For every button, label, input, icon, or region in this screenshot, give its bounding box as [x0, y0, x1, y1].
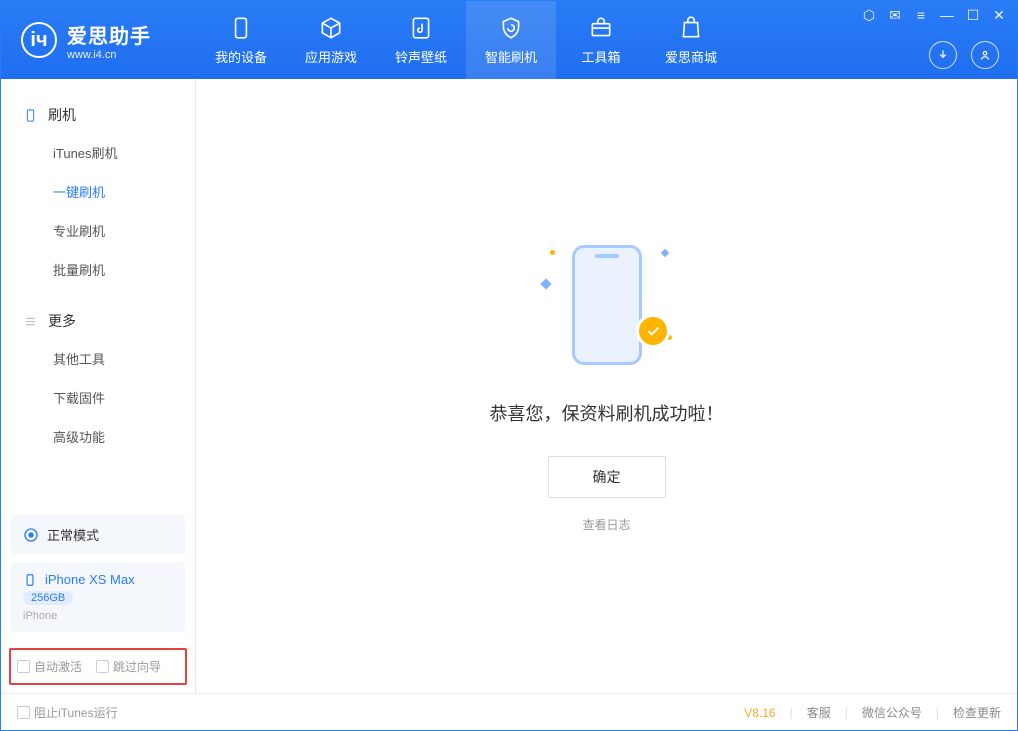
tab-toolbox[interactable]: 工具箱 [556, 1, 646, 79]
checkbox-icon [17, 660, 30, 673]
ok-button[interactable]: 确定 [548, 456, 666, 498]
tab-label: 工具箱 [581, 47, 620, 66]
sidebar-item-other-tools[interactable]: 其他工具 [1, 339, 195, 378]
minimize-button[interactable]: — [939, 7, 955, 23]
check-update-link[interactable]: 检查更新 [953, 704, 1001, 721]
phone-outline-icon [23, 108, 38, 123]
status-bar: 阻止iTunes运行 V8.16 | 客服 | 微信公众号 | 检查更新 [1, 693, 1017, 731]
separator: | [845, 706, 848, 720]
device-info-card[interactable]: iPhone XS Max 256GB iPhone [11, 562, 185, 632]
device-mode-card[interactable]: 正常模式 [11, 515, 185, 554]
tab-label: 爱思商城 [665, 47, 717, 66]
tab-apps-games[interactable]: 应用游戏 [286, 1, 376, 79]
sidebar-item-pro-flash[interactable]: 专业刷机 [1, 211, 195, 250]
view-logs-link[interactable]: 查看日志 [582, 516, 630, 533]
logo-text: 爱思助手 www.i4.cn [67, 20, 151, 61]
tab-label: 铃声壁纸 [395, 47, 447, 66]
sidebar-item-advanced[interactable]: 高级功能 [1, 417, 195, 456]
tab-label: 应用游戏 [305, 47, 357, 66]
main-content: 恭喜您，保资料刷机成功啦！ 确定 查看日志 [196, 79, 1017, 693]
phone-icon [228, 15, 254, 41]
tab-smart-flash[interactable]: 智能刷机 [466, 1, 556, 79]
shopping-bag-icon [678, 15, 704, 41]
version-label: V8.16 [744, 706, 775, 720]
toolbox-icon [588, 15, 614, 41]
checkbox-label: 阻止iTunes运行 [34, 704, 118, 721]
section-label: 更多 [48, 311, 76, 331]
sparkle-icon [540, 278, 551, 289]
body-area: 刷机 iTunes刷机 一键刷机 专业刷机 批量刷机 更多 其他工具 下载固件 … [1, 79, 1017, 693]
download-button[interactable] [929, 41, 957, 69]
checkbox-label: 自动激活 [34, 658, 82, 675]
device-mode-label: 正常模式 [47, 525, 99, 544]
device-type: iPhone [23, 610, 173, 622]
main-tabs: 我的设备 应用游戏 铃声壁纸 智能刷机 工具箱 爱思商城 [196, 1, 736, 79]
tab-store[interactable]: 爱思商城 [646, 1, 736, 79]
list-icon [23, 314, 38, 329]
section-label: 刷机 [48, 105, 76, 125]
tab-ringtone-wallpaper[interactable]: 铃声壁纸 [376, 1, 466, 79]
checkbox-auto-activate[interactable]: 自动激活 [17, 658, 82, 675]
sidebar-item-itunes-flash[interactable]: iTunes刷机 [1, 133, 195, 172]
cube-icon [318, 15, 344, 41]
wechat-link[interactable]: 微信公众号 [862, 704, 922, 721]
theme-icon[interactable]: ⬡ [861, 7, 877, 23]
maximize-button[interactable]: ☐ [965, 7, 981, 23]
checkbox-block-itunes[interactable]: 阻止iTunes运行 [17, 704, 118, 721]
success-illustration [542, 240, 672, 370]
footer-right: V8.16 | 客服 | 微信公众号 | 检查更新 [744, 704, 1001, 721]
sidebar-section-more: 更多 [1, 303, 195, 339]
device-capacity-badge: 256GB [23, 591, 73, 605]
sidebar-nav: 刷机 iTunes刷机 一键刷机 专业刷机 批量刷机 更多 其他工具 下载固件 … [1, 79, 195, 515]
tab-my-device[interactable]: 我的设备 [196, 1, 286, 79]
music-file-icon [408, 15, 434, 41]
app-header: iч 爱思助手 www.i4.cn 我的设备 应用游戏 铃声壁纸 智能刷机 工具… [1, 1, 1017, 79]
user-icon [978, 48, 992, 62]
download-icon [936, 48, 950, 62]
close-button[interactable]: ✕ [991, 7, 1007, 23]
support-link[interactable]: 客服 [807, 704, 831, 721]
success-check-badge-icon [636, 314, 670, 348]
flash-options-highlight: 自动激活 跳过向导 [9, 648, 187, 685]
logo-section: iч 爱思助手 www.i4.cn [1, 1, 196, 79]
header-right-actions [929, 41, 999, 69]
window-controls: ⬡ ✉ ≡ — ☐ ✕ [861, 7, 1007, 23]
sparkle-icon [660, 248, 668, 256]
sidebar-item-batch-flash[interactable]: 批量刷机 [1, 250, 195, 289]
success-message: 恭喜您，保资料刷机成功啦！ [490, 400, 724, 426]
tab-label: 智能刷机 [485, 47, 537, 66]
device-phone-icon [23, 573, 37, 587]
checkbox-skip-guide[interactable]: 跳过向导 [96, 658, 161, 675]
sidebar-section-flash: 刷机 [1, 97, 195, 133]
device-name: iPhone XS Max [45, 572, 135, 587]
checkbox-label: 跳过向导 [113, 658, 161, 675]
tab-label: 我的设备 [215, 47, 267, 66]
checkbox-icon [96, 660, 109, 673]
device-name-row: iPhone XS Max [23, 572, 173, 587]
sidebar-item-download-firmware[interactable]: 下载固件 [1, 378, 195, 417]
device-panel: 正常模式 iPhone XS Max 256GB iPhone [11, 515, 185, 632]
checkbox-icon [17, 706, 30, 719]
app-logo-icon: iч [21, 22, 57, 58]
sidebar-item-oneclick-flash[interactable]: 一键刷机 [1, 172, 195, 211]
app-title: 爱思助手 [67, 20, 151, 49]
account-button[interactable] [971, 41, 999, 69]
mode-normal-icon [23, 527, 39, 543]
separator: | [790, 706, 793, 720]
app-subtitle: www.i4.cn [67, 49, 151, 61]
refresh-shield-icon [498, 15, 524, 41]
separator: | [936, 706, 939, 720]
dot-icon [550, 250, 555, 255]
menu-icon[interactable]: ≡ [913, 7, 929, 23]
feedback-icon[interactable]: ✉ [887, 7, 903, 23]
sidebar: 刷机 iTunes刷机 一键刷机 专业刷机 批量刷机 更多 其他工具 下载固件 … [1, 79, 196, 693]
phone-illustration-icon [572, 245, 642, 365]
